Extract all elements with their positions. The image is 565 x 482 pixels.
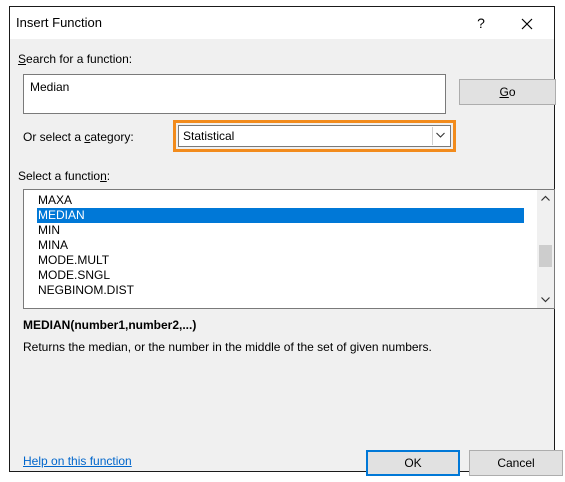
chevron-down-icon [436, 132, 445, 138]
function-item-median[interactable]: MEDIAN [37, 208, 524, 223]
function-item-mode-mult[interactable]: MODE.MULT [37, 253, 109, 268]
category-select[interactable]: Statistical [178, 125, 451, 147]
function-listbox[interactable]: MAXA MEDIAN MIN MINA MODE.MULT MODE.SNGL… [23, 189, 555, 309]
ok-button[interactable]: OK [366, 450, 460, 476]
function-description: Returns the median, or the number in the… [23, 340, 432, 354]
function-item-mode-sngl[interactable]: MODE.SNGL [37, 268, 110, 283]
close-icon [521, 18, 533, 30]
search-input[interactable]: Median [23, 74, 446, 114]
chevron-up-icon [541, 195, 550, 201]
function-list-scrollbar[interactable] [537, 190, 554, 308]
cancel-button[interactable]: Cancel [469, 450, 563, 476]
scroll-up-button[interactable] [537, 190, 554, 207]
search-label: Search for a function: [18, 52, 133, 66]
function-item-negbinom-dist[interactable]: NEGBINOM.DIST [37, 283, 134, 298]
function-item-maxa[interactable]: MAXA [37, 193, 72, 208]
function-item-mina[interactable]: MINA [37, 238, 68, 253]
category-highlight: Statistical [173, 120, 456, 152]
function-list-label: Select a function: [18, 169, 111, 183]
category-dropdown-button[interactable] [432, 127, 449, 145]
close-button[interactable] [510, 11, 544, 35]
search-input-value: Median [30, 80, 70, 94]
category-selected-value: Statistical [183, 129, 235, 143]
scroll-thumb[interactable] [539, 245, 552, 267]
insert-function-dialog: Insert Function ? Search for a function:… [9, 6, 563, 476]
help-button[interactable]: ? [466, 11, 496, 35]
scroll-down-button[interactable] [537, 291, 554, 308]
dialog-title: Insert Function [16, 15, 102, 30]
function-signature: MEDIAN(number1,number2,...) [23, 318, 197, 332]
function-item-min[interactable]: MIN [37, 223, 60, 238]
title-bar: Insert Function ? [10, 7, 554, 39]
help-on-function-link[interactable]: Help on this function [23, 454, 132, 468]
category-label: Or select a category: [23, 130, 134, 144]
chevron-down-icon [541, 297, 550, 303]
go-button[interactable]: Go [459, 79, 556, 105]
